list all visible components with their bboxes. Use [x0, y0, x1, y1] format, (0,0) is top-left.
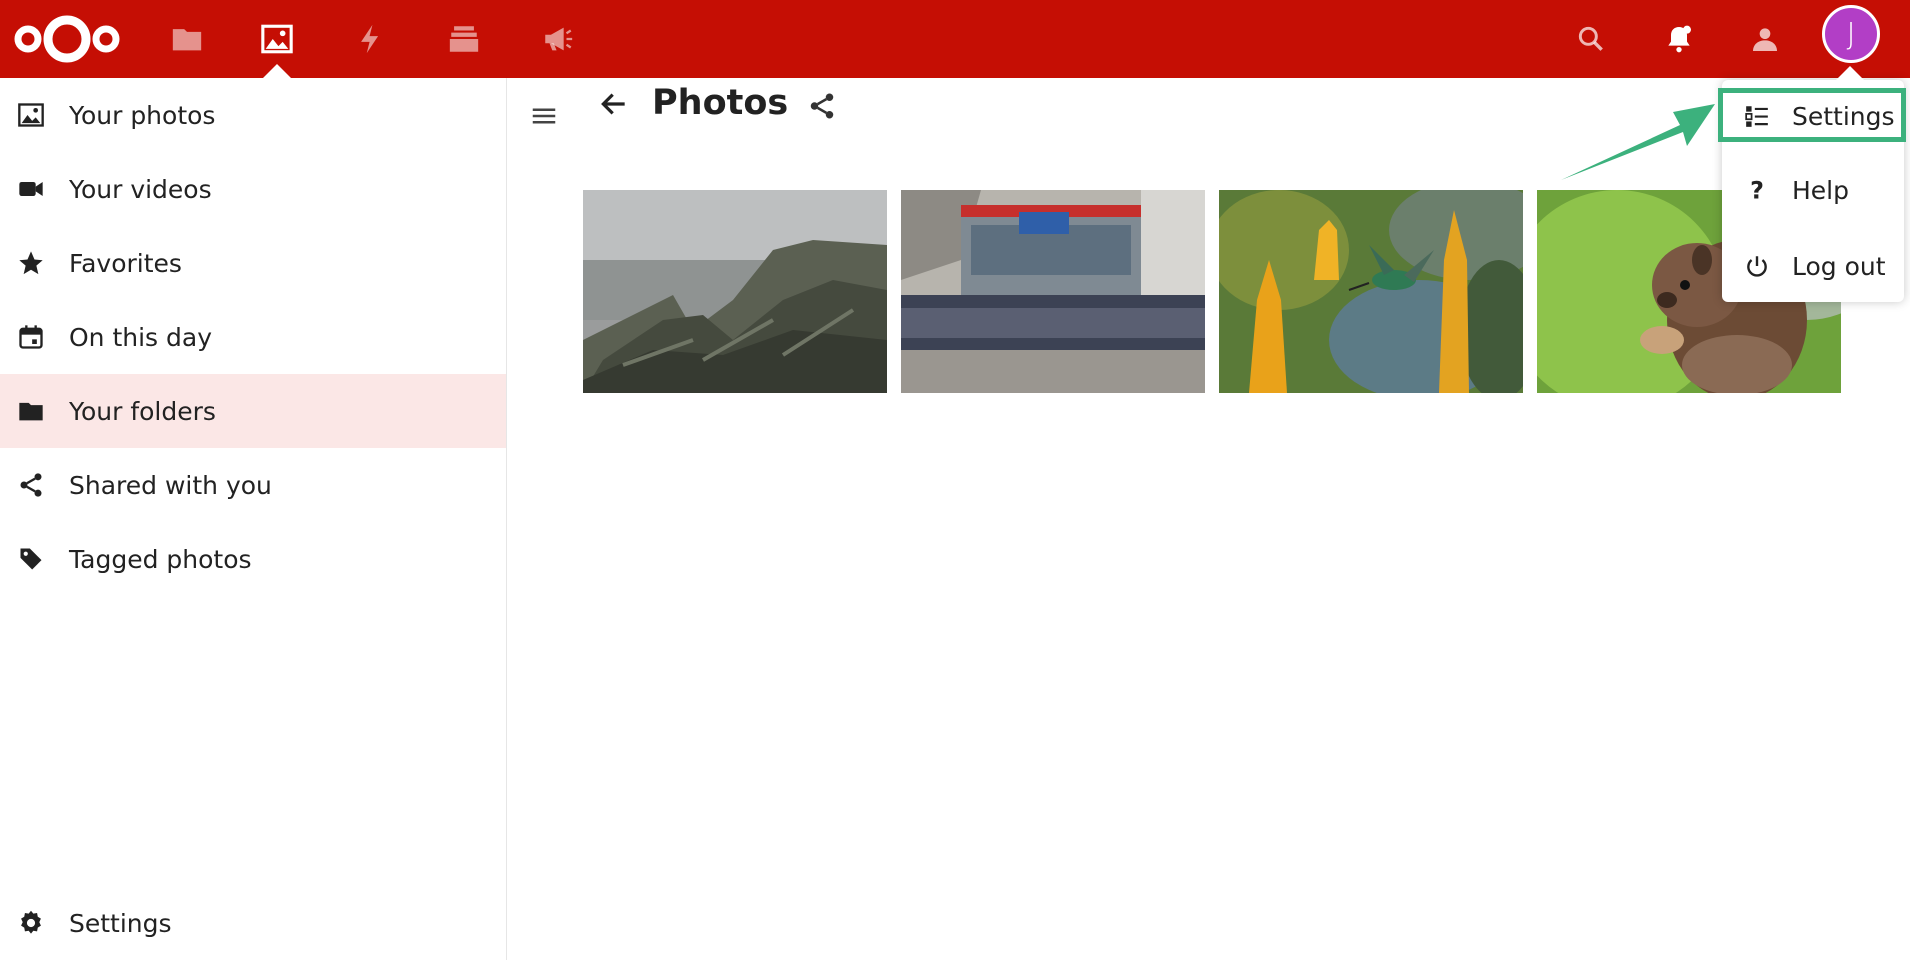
folder-icon [16, 396, 46, 426]
sidebar-item-label: On this day [69, 322, 213, 352]
deck-app-icon[interactable] [441, 16, 487, 62]
help-icon: ? [1744, 177, 1770, 203]
sidebar-item-shared-with-you[interactable]: Shared with you [0, 448, 506, 522]
sidebar-item-your-folders[interactable]: Your folders [0, 374, 506, 448]
gear-icon [16, 908, 46, 938]
user-menu: Settings ? Help Log out [1722, 80, 1904, 302]
sidebar-item-on-this-day[interactable]: On this day [0, 300, 506, 374]
image-icon [16, 100, 46, 130]
video-icon [16, 174, 46, 204]
annotation-arrow [1555, 100, 1725, 186]
sidebar-item-your-photos[interactable]: Your photos [0, 78, 506, 152]
activity-app-icon[interactable] [348, 16, 394, 62]
sidebar-item-your-videos[interactable]: Your videos [0, 152, 506, 226]
settings-list-icon [1744, 103, 1770, 129]
tag-icon [16, 544, 46, 574]
user-menu-logout[interactable]: Log out [1722, 233, 1904, 299]
sidebar: Your photos Your videos Favorites On thi… [0, 78, 507, 960]
photo-thumbnail-group[interactable] [901, 190, 1205, 393]
sidebar-item-label: Your videos [69, 174, 212, 204]
sidebar-item-label: Shared with you [69, 470, 272, 500]
contacts-icon[interactable] [1740, 14, 1790, 64]
user-menu-item-label: Log out [1792, 251, 1886, 281]
announcements-app-icon[interactable] [535, 16, 581, 62]
sidebar-item-label: Favorites [69, 248, 182, 278]
photos-app-icon[interactable] [254, 16, 300, 62]
photo-thumbnail-seascape[interactable] [583, 190, 887, 393]
avatar-initial: J [1846, 16, 1856, 52]
nextcloud-logo[interactable] [14, 10, 120, 68]
user-menu-settings[interactable]: Settings [1722, 83, 1904, 149]
user-menu-item-label: Settings [1792, 101, 1895, 131]
svg-text:?: ? [1750, 177, 1764, 203]
user-menu-help[interactable]: ? Help [1722, 157, 1904, 223]
share-icon[interactable] [802, 86, 842, 126]
files-app-icon[interactable] [164, 16, 210, 62]
page-title: Photos [652, 83, 789, 123]
calendar-icon [16, 322, 46, 352]
share-icon [16, 470, 46, 500]
top-header: J [0, 0, 1910, 78]
user-menu-caret [1836, 66, 1864, 80]
sidebar-item-label: Your folders [69, 396, 216, 426]
photo-thumbnail-hummingbird[interactable] [1219, 190, 1523, 393]
menu-toggle-icon[interactable] [526, 98, 562, 134]
sidebar-item-label: Your photos [69, 100, 216, 130]
star-icon [16, 248, 46, 278]
user-avatar[interactable]: J [1822, 5, 1880, 63]
sidebar-item-tagged-photos[interactable]: Tagged photos [0, 522, 506, 596]
back-arrow-icon[interactable] [594, 84, 634, 124]
sidebar-settings-label: Settings [69, 908, 172, 938]
active-app-indicator [263, 64, 291, 78]
sidebar-item-favorites[interactable]: Favorites [0, 226, 506, 300]
search-icon[interactable] [1566, 14, 1616, 64]
notifications-icon[interactable] [1654, 14, 1704, 64]
user-menu-item-label: Help [1792, 175, 1849, 205]
power-icon [1744, 253, 1770, 279]
sidebar-settings[interactable]: Settings [0, 886, 506, 960]
sidebar-item-label: Tagged photos [69, 544, 252, 574]
